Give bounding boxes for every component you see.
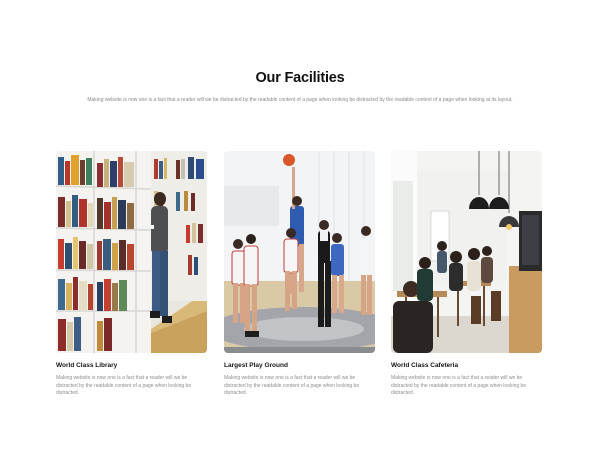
card-title[interactable]: Largest Play Ground: [224, 362, 375, 369]
card-title[interactable]: World Class Library: [56, 362, 207, 369]
section-title: Our Facilities: [255, 70, 345, 86]
cafeteria-image[interactable]: [391, 151, 542, 353]
card-description: Making website is now one is a fact that…: [224, 375, 360, 396]
library-image[interactable]: [56, 151, 207, 353]
card-description: Making website is now one is a fact that…: [391, 375, 527, 396]
basketball-image[interactable]: [224, 151, 375, 353]
section-subtitle: Making website is now one is a fact that…: [87, 97, 513, 103]
facilities-section: Our Facilities Making website is now one…: [0, 0, 600, 450]
facility-card-playground: Largest Play Ground Making website is no…: [224, 151, 375, 398]
card-title[interactable]: World Class Cafeteria: [391, 362, 542, 369]
card-description: Making website is now one is a fact that…: [56, 375, 192, 396]
facility-card-cafeteria: World Class Cafeteria Making website is …: [391, 151, 542, 398]
facility-card-library: World Class Library Making website is no…: [56, 151, 207, 398]
